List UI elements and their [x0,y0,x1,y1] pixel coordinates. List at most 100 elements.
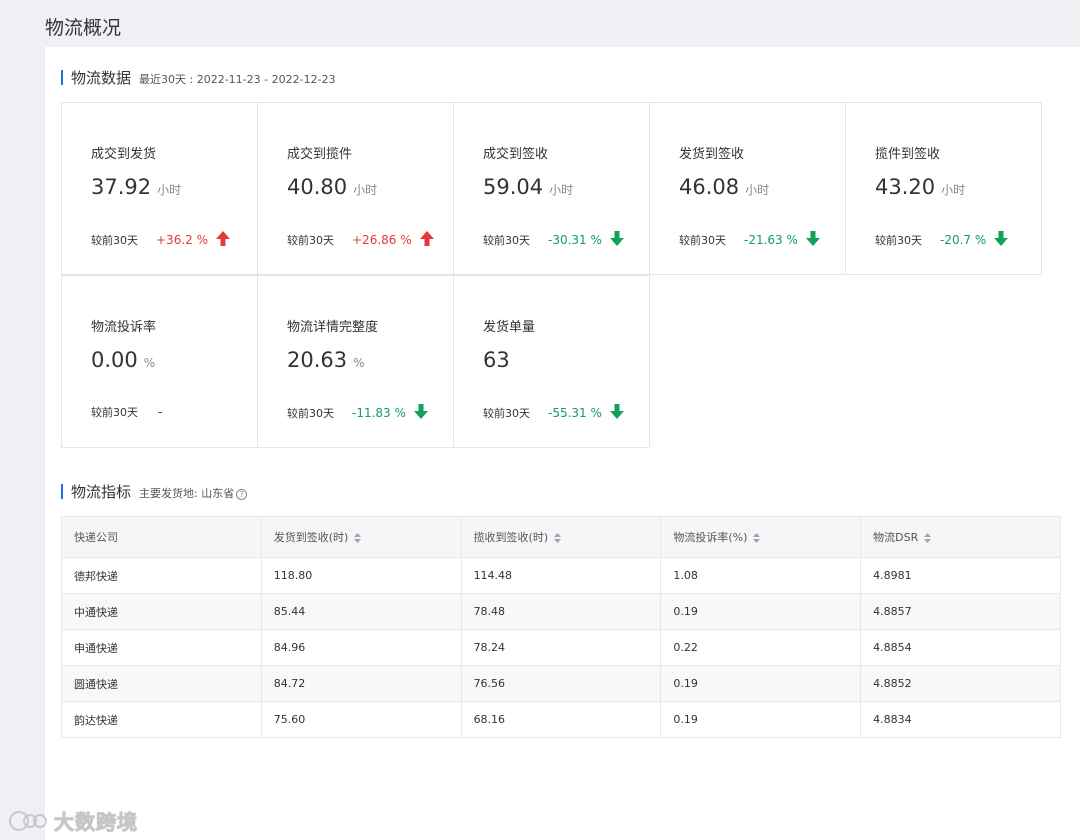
metric-value: 63 [483,348,516,372]
column-header: 快递公司 [61,516,262,558]
table-cell: 4.8834 [860,701,1061,738]
compare-label: 较前30天 [91,406,138,419]
column-header-label: 揽收到签收(时) [473,531,549,544]
table-cell: 中通快递 [61,593,262,630]
metric-compare: 较前30天 -55.31 % [483,404,624,422]
metric-compare: 较前30天 -11.83 % [287,404,428,422]
sort-icon[interactable] [924,533,932,543]
metric-value: 37.92 小时 [91,175,181,199]
metric-number: 63 [483,348,510,372]
table-cell: 0.19 [660,665,862,702]
metric-value: 59.04 小时 [483,175,573,199]
change-percent: -30.31 % [548,233,602,247]
metric-label: 物流详情完整度 [287,320,379,335]
sort-icon[interactable] [554,533,562,543]
table-cell: 78.48 [461,593,662,630]
column-header[interactable]: 物流DSR [860,516,1061,558]
metric-number: 46.08 [679,175,740,199]
metric-number: 40.80 [287,175,348,199]
column-header-label: 物流DSR [873,531,919,544]
metric-label: 发货到签收 [679,147,745,162]
metric-label: 成交到发货 [91,147,157,162]
arrow-down-icon [602,231,624,249]
table-cell: 78.24 [461,629,662,666]
table-cell: 申通快递 [61,629,262,666]
compare-label: 较前30天 [91,234,138,247]
change-percent: -20.7 % [940,233,987,247]
table-cell: 德邦快递 [61,557,262,594]
column-header[interactable]: 发货到签收(时) [261,516,462,558]
table-row: 韵达快递 75.60 68.16 0.19 4.8834 [61,701,1061,738]
change-percent: - [158,405,163,419]
metric-compare: 较前30天 -20.7 % [875,231,1009,249]
metric-card: 成交到揽件 40.80 小时 较前30天 +26.86 % [257,102,454,275]
table-cell: 76.56 [461,665,662,702]
page-title: 物流概况 [45,17,122,39]
metric-compare: 较前30天 -21.63 % [679,231,820,249]
metric-label: 物流投诉率 [91,320,157,335]
metric-value: 20.63% [287,348,365,372]
metric-compare: 较前30天 +26.86 % [287,231,434,249]
watermark-logo-icon [9,810,47,831]
metric-unit: 小时 [549,183,574,197]
column-header[interactable]: 揽收到签收(时) [461,516,662,558]
table-cell: 85.44 [261,593,462,630]
table-cell: 0.19 [660,701,862,738]
section-accent-bar [61,70,63,85]
table-cell: 韵达快递 [61,701,262,738]
metric-unit: % [143,356,156,370]
table-cell: 118.80 [261,557,462,594]
table-cell: 4.8852 [860,665,1061,702]
sort-icon[interactable] [753,533,761,543]
question-circle-icon[interactable]: ? [236,489,248,500]
column-header-label: 发货到签收(时) [273,531,349,544]
metric-card: 成交到签收 59.04 小时 较前30天 -30.31 % [453,102,650,275]
change-percent: +36.2 % [156,233,208,247]
change-percent: -21.63 % [744,233,798,247]
metric-compare: 较前30天 +36.2 % [91,231,230,249]
main-panel: 物流数据 最近30天 : 2022-11-23 - 2022-12-23 成交到… [45,47,1080,840]
table-cell: 4.8854 [860,629,1061,666]
table-row: 申通快递 84.96 78.24 0.22 4.8854 [61,629,1061,666]
shipping-origin: 主要发货地: 山东省 [139,487,235,500]
metric-label: 成交到签收 [483,147,549,162]
table-cell: 1.08 [660,557,862,594]
compare-label: 较前30天 [483,407,530,420]
change-percent: -55.31 % [548,406,602,420]
metric-card: 揽件到签收 43.20 小时较前30天 -20.7 % [845,102,1042,275]
section-accent-bar [61,484,63,499]
metric-unit: % [353,356,365,370]
change-percent: +26.86 % [352,233,412,247]
table-row: 中通快递 85.44 78.48 0.19 4.8857 [61,593,1061,630]
metric-compare: 较前30天 - [91,404,162,420]
watermark-text: 大数跨境 [54,810,138,835]
table-cell: 84.72 [261,665,462,702]
table-body: 德邦快递 118.80 114.48 1.08 4.8981 中通快递 85.44 78.48… [61,557,1061,738]
metric-label: 揽件到签收 [875,147,941,162]
table-cell: 4.8981 [860,557,1061,594]
table-cell: 0.22 [660,629,862,666]
metric-value: 0.00% [91,348,155,372]
column-header-label: 快递公司 [74,531,118,544]
metric-unit: 小时 [745,183,770,197]
metric-unit: 小时 [941,183,966,197]
metric-label: 发货单量 [483,320,536,335]
metric-number: 59.04 [483,175,544,199]
sort-icon[interactable] [354,533,362,543]
table-cell: 114.48 [461,557,662,594]
metric-card: 物流详情完整度 20.63% 较前30天 -11.83 % [257,275,454,448]
metric-number: 37.92 [91,175,152,199]
column-header[interactable]: 物流投诉率(%) [660,516,862,558]
arrow-down-icon [798,231,820,249]
metric-label: 成交到揽件 [287,147,353,162]
date-range: 最近30天 : 2022-11-23 - 2022-12-23 [139,73,336,86]
metric-number: 43.20 [875,175,936,199]
arrow-up-icon [208,231,230,249]
metric-card: 发货单量 63 较前30天 -55.31 % [453,275,650,448]
table-cell: 4.8857 [860,593,1061,630]
table-cell: 0.19 [660,593,862,630]
watermark: 大数跨境 [6,806,138,835]
logistics-index-header: 物流指标 主要发货地: 山东省 ? [61,481,248,502]
metric-number: 0.00 [91,348,138,372]
metric-card: 物流投诉率 0.00% 较前30天 - [61,275,258,448]
